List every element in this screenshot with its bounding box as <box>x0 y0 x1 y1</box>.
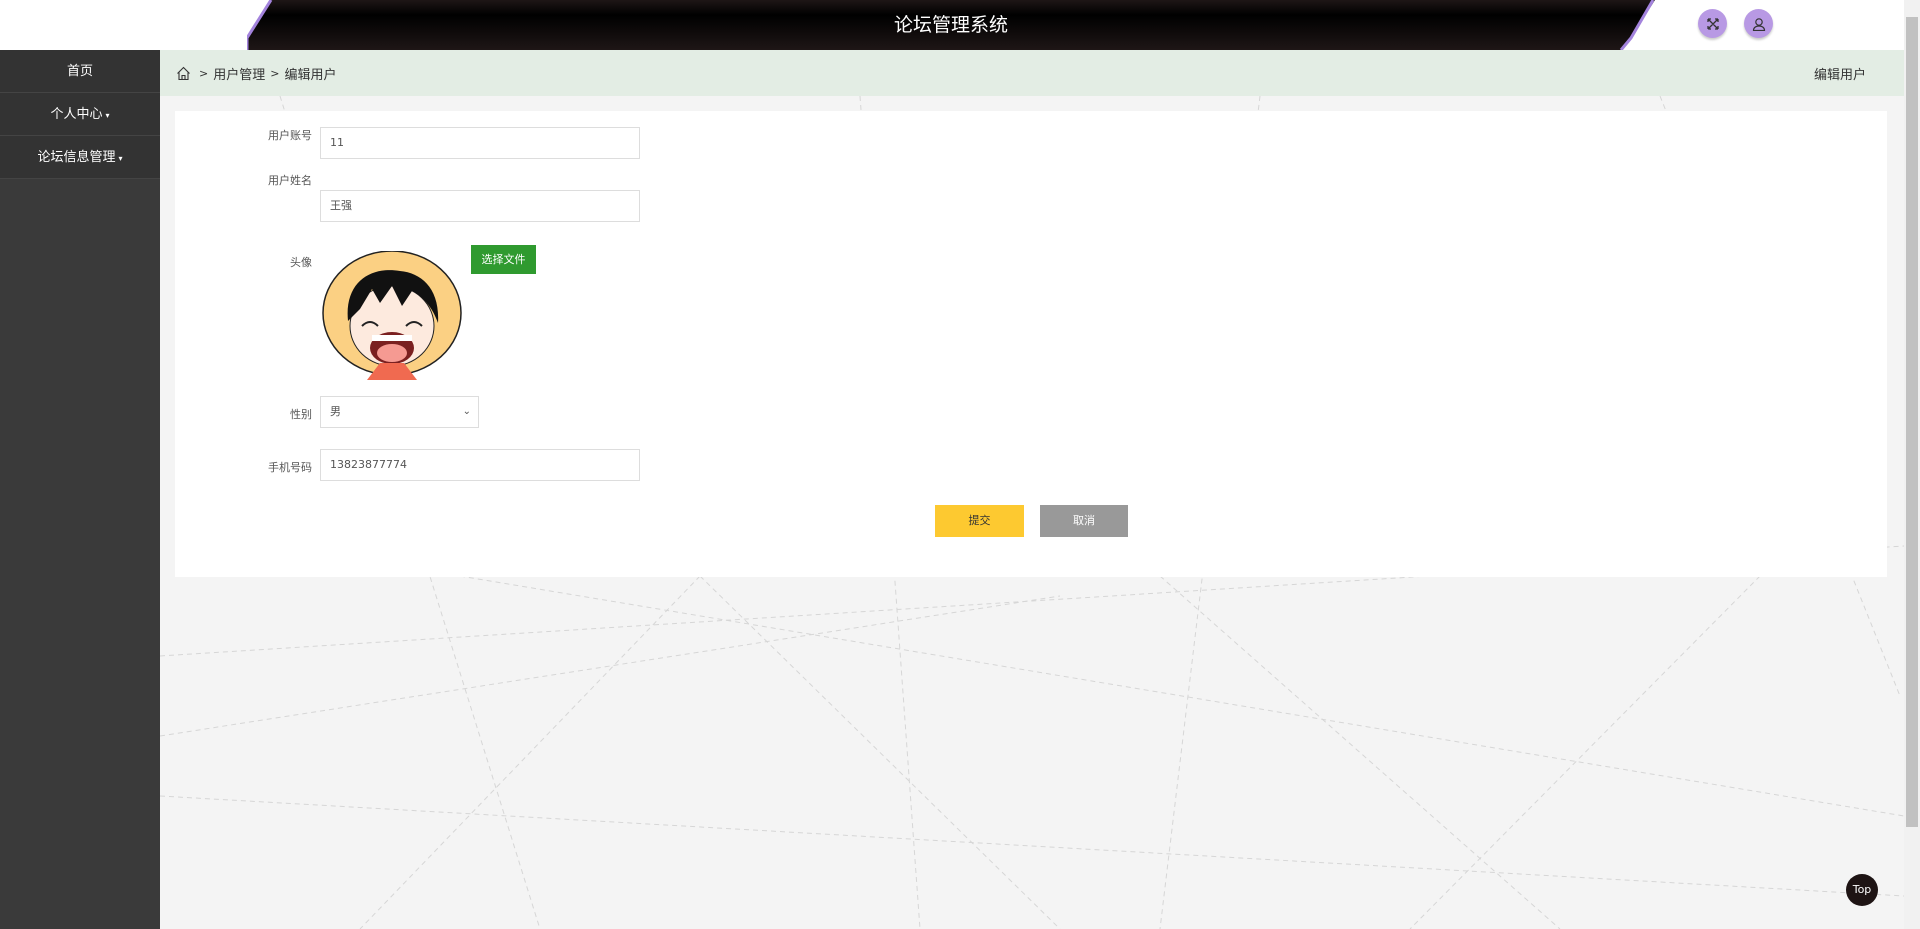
app-title: 论坛管理系统 <box>893 14 1008 36</box>
top-header: 论坛管理系统 <box>0 0 1904 50</box>
fullscreen-button[interactable] <box>1698 9 1727 38</box>
name-label: 用户姓名 <box>268 174 312 187</box>
avatar-label: 头像 <box>290 256 312 269</box>
edit-user-form: 用户账号 11 用户姓名 王强 头像 选择文件 性别 男 ⌄ 手机号码 13823… <box>175 111 1887 577</box>
gender-select[interactable]: 男 ⌄ <box>320 396 479 428</box>
page-title: 编辑用户 <box>1813 67 1866 83</box>
chevron-down-icon: ⌄ <box>462 406 471 417</box>
back-to-top-button[interactable]: Top <box>1846 874 1878 906</box>
sidebar-item-forum-management[interactable]: 论坛信息管理 ▾ <box>0 136 160 179</box>
scrollbar[interactable] <box>1904 0 1920 929</box>
breadcrumb-user-management[interactable]: 用户管理 <box>213 64 265 83</box>
home-icon[interactable] <box>176 66 191 81</box>
sidebar-item-label: 论坛信息管理 <box>37 150 116 165</box>
avatar-image <box>322 251 462 380</box>
account-label: 用户账号 <box>268 129 312 142</box>
name-input[interactable]: 王强 <box>320 190 640 222</box>
user-icon <box>1752 17 1765 31</box>
sidebar: 首页 个人中心 ▾ 论坛信息管理 ▾ <box>0 50 160 929</box>
sidebar-item-label: 首页 <box>66 64 93 79</box>
breadcrumb-edit-user: 编辑用户 <box>284 67 337 83</box>
gender-label: 性别 <box>290 408 312 421</box>
sidebar-item-personal-center[interactable]: 个人中心 ▾ <box>0 93 160 136</box>
phone-label: 手机号码 <box>268 461 312 474</box>
caret-down-icon: ▾ <box>105 111 110 120</box>
cancel-button[interactable]: 取消 <box>1040 505 1128 537</box>
caret-down-icon: ▾ <box>118 154 123 163</box>
breadcrumb-separator: > <box>270 66 280 80</box>
sidebar-item-label: 个人中心 <box>50 107 103 122</box>
submit-button[interactable]: 提交 <box>935 505 1024 537</box>
breadcrumb: > 用户管理 > 编辑用户 编辑用户 <box>160 50 1904 96</box>
sidebar-item-home[interactable]: 首页 <box>0 50 160 93</box>
scrollbar-thumb[interactable] <box>1906 17 1918 827</box>
fullscreen-icon <box>1706 17 1719 30</box>
breadcrumb-separator: > <box>199 66 209 80</box>
choose-file-button[interactable]: 选择文件 <box>471 245 536 274</box>
user-button[interactable] <box>1744 9 1773 38</box>
account-input[interactable]: 11 <box>320 127 640 159</box>
gender-value: 男 <box>330 405 341 418</box>
phone-input[interactable]: 13823877774 <box>320 449 640 481</box>
